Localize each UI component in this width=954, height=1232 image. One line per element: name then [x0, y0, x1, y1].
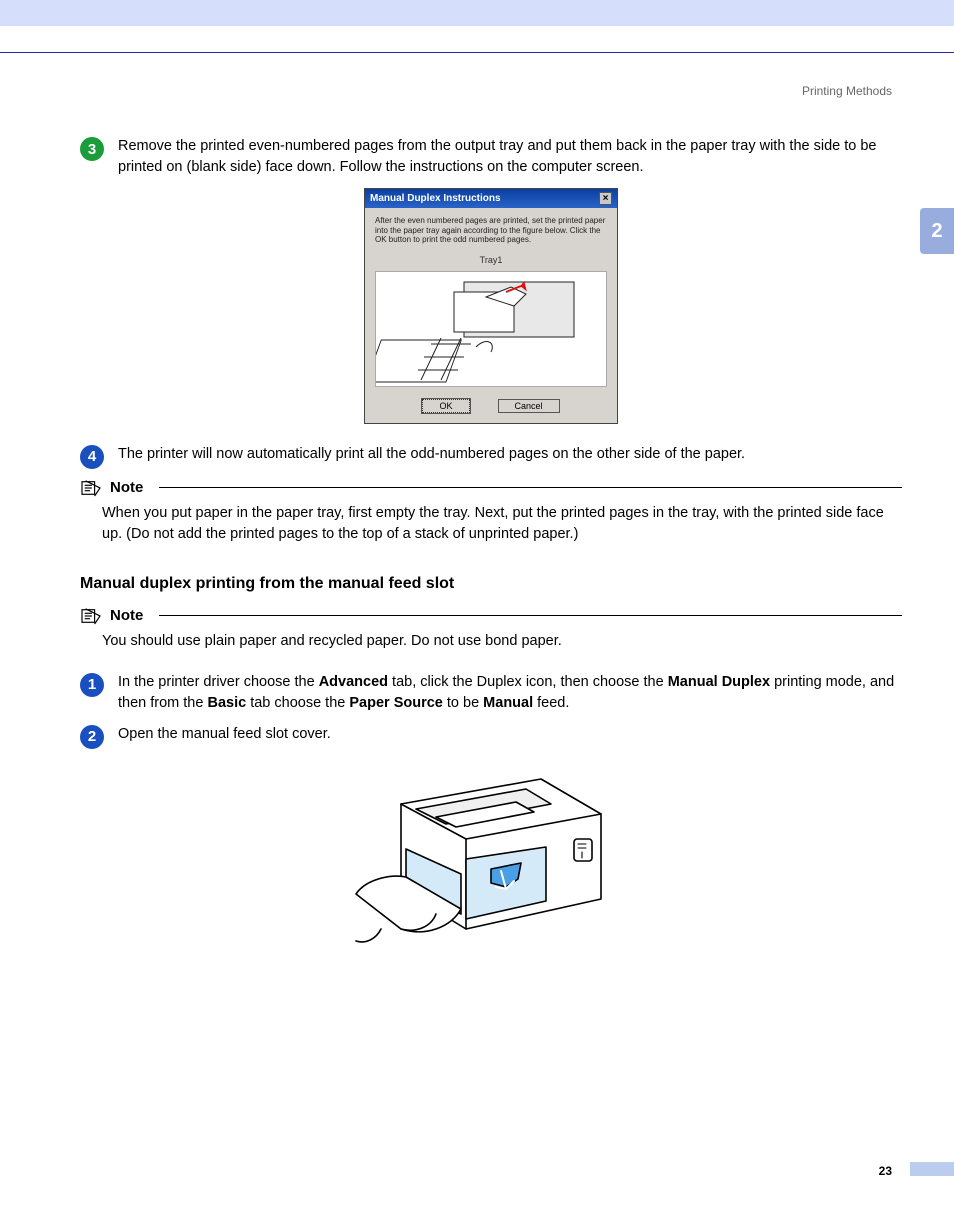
step-b1-text: In the printer driver choose the Advance… — [118, 672, 902, 714]
step-bullet-b1: 1 — [80, 673, 104, 697]
page-content: 3 Remove the printed even-numbered pages… — [80, 136, 902, 959]
t: Manual — [483, 695, 533, 711]
close-icon[interactable]: × — [599, 192, 612, 205]
note-2: Note You should use plain paper and recy… — [80, 607, 902, 652]
t: tab choose the — [246, 695, 349, 711]
dialog-message: After the even numbered pages are printe… — [375, 216, 607, 245]
ok-button[interactable]: OK — [422, 399, 469, 413]
note-2-rule — [159, 615, 902, 616]
step-bullet-b2: 2 — [80, 725, 104, 749]
note-2-head: Note — [80, 607, 902, 625]
dialog-body: After the even numbered pages are printe… — [365, 208, 617, 423]
note-1-label: Note — [110, 479, 143, 496]
printer-illustration — [80, 759, 902, 959]
dialog-tray-label: Tray1 — [375, 255, 607, 265]
step-3: 3 Remove the printed even-numbered pages… — [80, 136, 902, 178]
section-heading: Manual duplex printing from the manual f… — [80, 575, 902, 593]
duplex-dialog: Manual Duplex Instructions × After the e… — [364, 188, 618, 424]
section-name: Printing Methods — [802, 84, 892, 98]
step-bullet-3: 3 — [80, 137, 104, 161]
step-bullet-4: 4 — [80, 445, 104, 469]
step-3-text: Remove the printed even-numbered pages f… — [118, 136, 902, 178]
step-b2-text: Open the manual feed slot cover. — [118, 724, 902, 749]
step-4: 4 The printer will now automatically pri… — [80, 444, 902, 469]
t: Basic — [207, 695, 246, 711]
cancel-button[interactable]: Cancel — [498, 399, 560, 413]
t: to be — [443, 695, 483, 711]
step-b2: 2 Open the manual feed slot cover. — [80, 724, 902, 749]
page-number-bar — [910, 1162, 954, 1176]
dialog-buttons: OK Cancel — [375, 399, 607, 413]
step-4-text: The printer will now automatically print… — [118, 444, 902, 469]
t: tab, click the Duplex icon, then choose … — [388, 674, 668, 690]
note-1-body: When you put paper in the paper tray, fi… — [102, 503, 902, 545]
t: feed. — [533, 695, 569, 711]
header-rule — [0, 52, 954, 53]
dialog-titlebar: Manual Duplex Instructions × — [365, 189, 617, 208]
top-header-band — [0, 0, 954, 26]
t: Paper Source — [349, 695, 443, 711]
note-2-label: Note — [110, 607, 143, 624]
note-icon — [80, 607, 102, 625]
note-2-body: You should use plain paper and recycled … — [102, 631, 902, 652]
note-1: Note When you put paper in the paper tra… — [80, 479, 902, 545]
dialog-title-text: Manual Duplex Instructions — [370, 193, 501, 204]
dialog-illustration — [375, 271, 607, 387]
chapter-tab: 2 — [920, 208, 954, 254]
printer-icon — [346, 759, 636, 959]
printer-tray-icon — [376, 272, 606, 387]
dialog-figure: Manual Duplex Instructions × After the e… — [80, 188, 902, 424]
note-1-head: Note — [80, 479, 902, 497]
t: Advanced — [319, 674, 388, 690]
t: Manual Duplex — [668, 674, 770, 690]
t: In the printer driver choose the — [118, 674, 319, 690]
note-icon — [80, 479, 102, 497]
page-number: 23 — [879, 1164, 892, 1178]
step-b1: 1 In the printer driver choose the Advan… — [80, 672, 902, 714]
note-1-rule — [159, 487, 902, 488]
